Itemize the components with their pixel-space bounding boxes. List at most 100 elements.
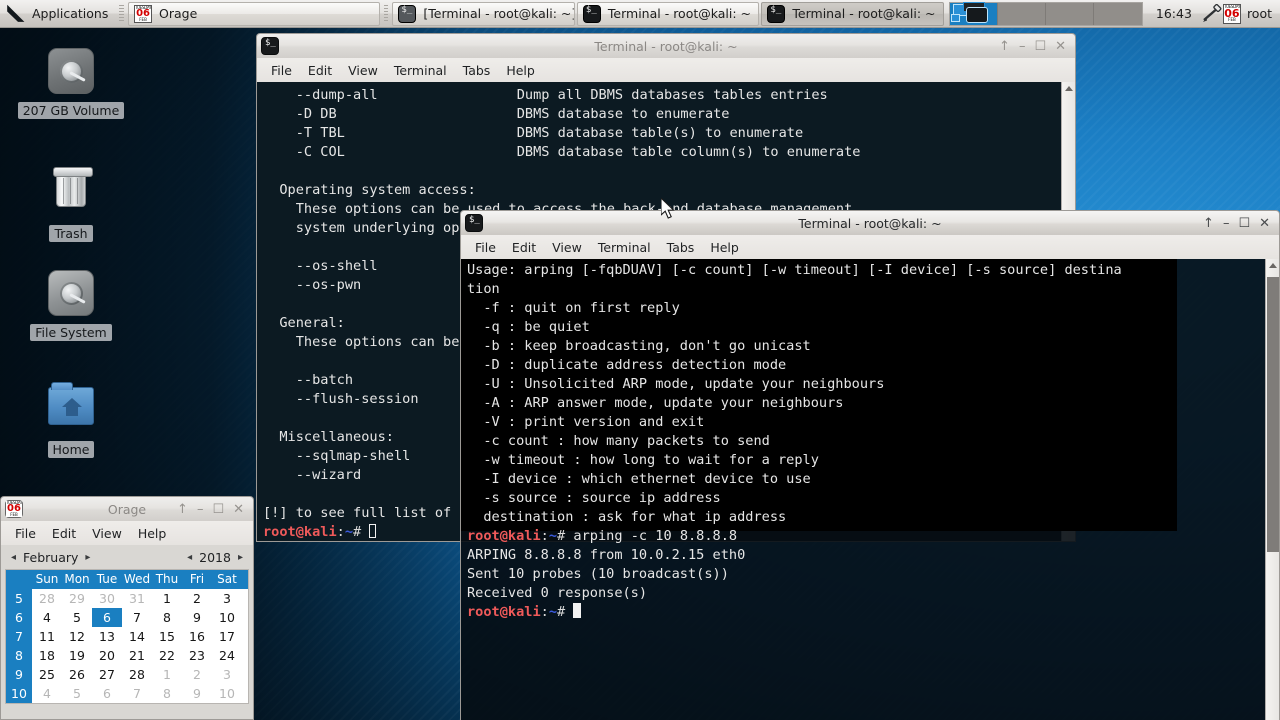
next-month-button[interactable]: ▸ xyxy=(81,552,94,563)
calendar-day-cell[interactable]: 7 xyxy=(122,684,152,703)
minimize-button[interactable]: – xyxy=(197,503,204,516)
calendar-day-cell[interactable]: 28 xyxy=(122,665,152,684)
calendar-day-cell[interactable]: 4 xyxy=(32,608,62,627)
calendar-day-cell[interactable]: 3 xyxy=(212,589,242,608)
close-button[interactable]: ✕ xyxy=(233,503,244,516)
taskbar-button-terminal-3[interactable]: Terminal - root@kali: ~ xyxy=(761,1,944,26)
calendar-day-cell[interactable]: 11 xyxy=(32,627,62,646)
titlebar[interactable]: TUESDAY 06 FEB Orage ↑ – ☐ ✕ xyxy=(0,496,254,521)
workspace-3[interactable] xyxy=(1045,2,1094,25)
menu-file[interactable]: File xyxy=(263,63,300,78)
shade-button[interactable]: ↑ xyxy=(999,40,1010,53)
calendar-day-cell[interactable]: 1 xyxy=(152,589,182,608)
calendar-day-cell[interactable]: 19 xyxy=(62,646,92,665)
next-year-button[interactable]: ▸ xyxy=(234,552,247,563)
maximize-button[interactable]: ☐ xyxy=(1238,217,1250,230)
desktop-icon-volume[interactable]: 207 GB Volume xyxy=(16,48,126,119)
menu-view[interactable]: View xyxy=(340,63,386,78)
calendar-day-cell[interactable]: 10 xyxy=(212,608,242,627)
workspace-1[interactable] xyxy=(949,1,998,25)
minimize-button[interactable]: – xyxy=(1019,40,1026,53)
workspace-4[interactable] xyxy=(1093,2,1142,25)
menubar[interactable]: File Edit View Terminal Tabs Help xyxy=(460,235,1280,259)
desktop-icon-file-system[interactable]: File System xyxy=(16,270,126,341)
calendar-week-row[interactable]: 5 28 29 30 31 1 2 3 xyxy=(6,589,248,608)
calendar-day-cell[interactable]: 13 xyxy=(92,627,122,646)
menu-terminal[interactable]: Terminal xyxy=(386,63,455,78)
calendar-day-cell[interactable]: 20 xyxy=(92,646,122,665)
scroll-thumb[interactable] xyxy=(1267,277,1279,552)
calendar-week-row[interactable]: 6 4 5 6 7 8 9 10 xyxy=(6,608,248,627)
prev-month-button[interactable]: ◂ xyxy=(7,552,20,563)
calendar-day-cell[interactable]: 18 xyxy=(32,646,62,665)
calendar-day-cell[interactable]: 4 xyxy=(32,684,62,703)
menu-help[interactable]: Help xyxy=(130,526,175,541)
calendar-day-cell[interactable]: 9 xyxy=(182,608,212,627)
close-button[interactable]: ✕ xyxy=(1055,40,1066,53)
tray-orage-date-icon[interactable]: TUESDAY 06 FEB xyxy=(1222,3,1241,24)
calendar-day-cell[interactable]: 3 xyxy=(212,665,242,684)
scroll-up-arrow[interactable] xyxy=(1268,263,1277,268)
calendar-week-row[interactable]: 10 4 5 6 7 8 9 10 xyxy=(6,684,248,703)
prev-year-button[interactable]: ◂ xyxy=(183,552,196,563)
shade-button[interactable]: ↑ xyxy=(177,503,188,516)
menu-file[interactable]: File xyxy=(7,526,44,541)
calendar-day-cell[interactable]: 31 xyxy=(122,589,152,608)
calendar-week-row[interactable]: 8 18 19 20 21 22 23 24 xyxy=(6,646,248,665)
calendar-day-cell[interactable]: 24 xyxy=(212,646,242,665)
menubar[interactable]: File Edit View Help xyxy=(0,521,254,545)
maximize-button[interactable]: ☐ xyxy=(1034,40,1046,53)
terminal-screen-front[interactable]: --os-shell Prompt for an interactive ope… xyxy=(460,259,1280,720)
terminal-window-front[interactable]: Terminal - root@kali: ~ ↑ – ☐ ✕ File Edi… xyxy=(460,210,1280,720)
menu-edit[interactable]: Edit xyxy=(44,526,84,541)
menu-terminal[interactable]: Terminal xyxy=(590,240,659,255)
calendar-day-cell[interactable]: 7 xyxy=(122,608,152,627)
calendar-day-cell[interactable]: 16 xyxy=(182,627,212,646)
menu-file[interactable]: File xyxy=(467,240,504,255)
calendar-navigation[interactable]: ◂ February ▸ ◂ 2018 ▸ xyxy=(1,545,253,569)
network-plug-icon[interactable] xyxy=(1201,3,1223,24)
taskbar-button-terminal-2[interactable]: Terminal - root@kali: ~ xyxy=(576,1,760,26)
titlebar[interactable]: Terminal - root@kali: ~ ↑ – ☐ ✕ xyxy=(460,210,1280,235)
menu-tabs[interactable]: Tabs xyxy=(455,63,499,78)
calendar-day-cell[interactable]: 2 xyxy=(182,665,212,684)
calendar-day-cell[interactable]: 30 xyxy=(92,589,122,608)
calendar-day-cell[interactable]: 23 xyxy=(182,646,212,665)
calendar-day-cell[interactable]: 5 xyxy=(62,608,92,627)
workspace-2[interactable] xyxy=(997,2,1046,25)
scroll-up-arrow[interactable] xyxy=(1064,86,1073,91)
menu-view[interactable]: View xyxy=(84,526,130,541)
applications-menu-button[interactable]: Applications xyxy=(0,1,116,27)
calendar-day-cell[interactable]: 5 xyxy=(62,684,92,703)
user-label[interactable]: root xyxy=(1241,6,1280,21)
calendar-day-cell[interactable]: 8 xyxy=(152,684,182,703)
taskbar-button-orage[interactable]: TUESDAY 06 FEB Orage xyxy=(128,1,380,26)
menu-view[interactable]: View xyxy=(544,240,590,255)
calendar-week-row[interactable]: 7 11 12 13 14 15 16 17 xyxy=(6,627,248,646)
calendar-day-cell[interactable]: 25 xyxy=(32,665,62,684)
calendar-day-cell[interactable]: 9 xyxy=(182,684,212,703)
titlebar[interactable]: Terminal - root@kali: ~ ↑ – ☐ ✕ xyxy=(256,33,1076,58)
calendar-week-row[interactable]: 9 25 26 27 28 1 2 3 xyxy=(6,665,248,684)
menu-help[interactable]: Help xyxy=(702,240,747,255)
calendar-day-cell[interactable]: 27 xyxy=(92,665,122,684)
calendar-day-cell[interactable]: 29 xyxy=(62,589,92,608)
orage-calendar-body[interactable]: ◂ February ▸ ◂ 2018 ▸ Sun Mon Tue Wed Thu Fri… xyxy=(0,545,254,720)
menubar[interactable]: File Edit View Terminal Tabs Help xyxy=(256,58,1076,82)
shade-button[interactable]: ↑ xyxy=(1203,217,1214,230)
calendar-day-cell[interactable]: 1 xyxy=(152,665,182,684)
calendar-day-cell[interactable]: 22 xyxy=(152,646,182,665)
calendar-day-cell[interactable]: 2 xyxy=(182,589,212,608)
menu-edit[interactable]: Edit xyxy=(300,63,340,78)
calendar-day-cell[interactable]: 21 xyxy=(122,646,152,665)
maximize-button[interactable]: ☐ xyxy=(212,503,224,516)
calendar-day-cell[interactable]: 8 xyxy=(152,608,182,627)
menu-tabs[interactable]: Tabs xyxy=(659,240,703,255)
calendar-grid[interactable]: Sun Mon Tue Wed Thu Fri Sat 5 28 29 30 31 1 2 3 6 4 5 6 7 8 9… xyxy=(5,569,249,704)
top-panel[interactable]: Applications TUESDAY 06 FEB Orage [Termi… xyxy=(0,0,1280,28)
menu-help[interactable]: Help xyxy=(498,63,543,78)
calendar-day-cell[interactable]: 17 xyxy=(212,627,242,646)
desktop-icon-trash[interactable]: Trash xyxy=(16,165,126,242)
taskbar-button-terminal-1[interactable]: [Terminal - root@kali: ~] xyxy=(392,1,575,26)
calendar-day-cell[interactable]: 15 xyxy=(152,627,182,646)
